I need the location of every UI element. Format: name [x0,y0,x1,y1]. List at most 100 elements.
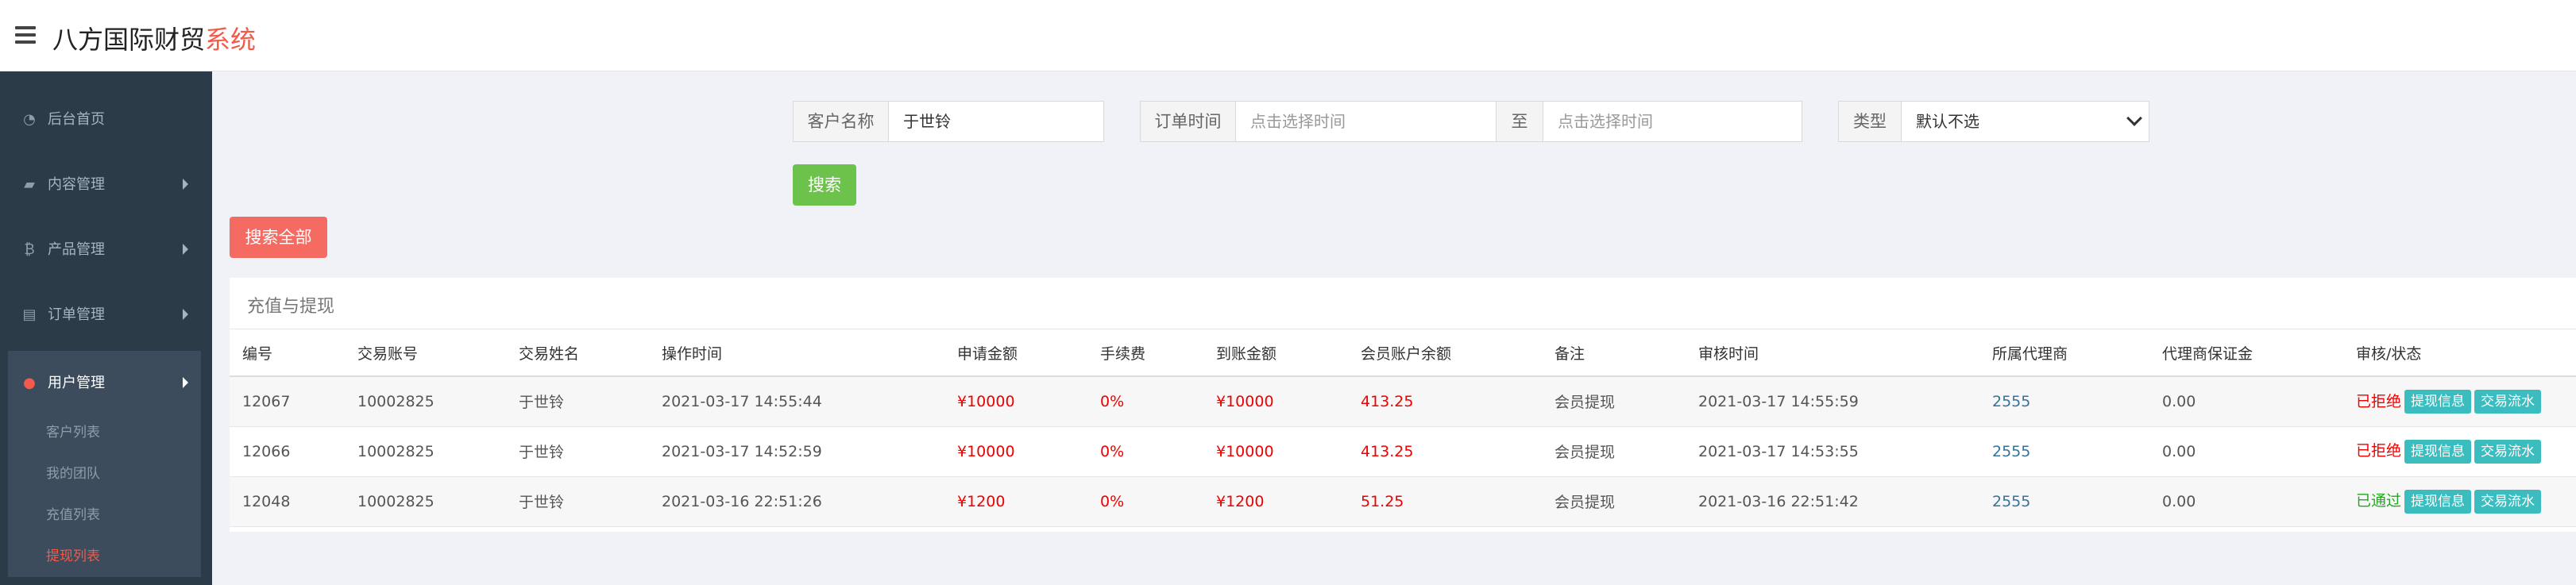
cell-apply-amount: ¥1200 [944,476,1087,527]
document-icon: ▤ [22,306,37,323]
column-header: 编号 [230,329,345,377]
book-icon: ▰ [24,176,35,193]
sidebar-item-products[interactable]: ₿ 产品管理 [0,217,212,283]
cell-received-amount: ¥1200 [1203,476,1348,527]
cell-audit-time: 2021-03-16 22:51:42 [1686,476,1979,527]
cell-status: 已拒绝 提现信息 交易流水 [2343,376,2576,427]
panel-title: 充值与提现 [247,297,335,317]
menu-icon[interactable] [15,26,36,44]
cell-account: 10002825 [345,376,506,427]
sidebar-item-label: 产品管理 [48,241,105,258]
caret-right-icon [183,377,188,388]
search-button[interactable]: 搜索 [793,164,856,206]
cell-balance: 413.25 [1348,376,1542,427]
cell-name: 于世铃 [506,476,649,527]
cell-id: 12048 [230,476,345,527]
column-header: 交易姓名 [506,329,649,377]
cell-name: 于世铃 [506,426,649,477]
sidebar-subitem-customers[interactable]: 客户列表 [46,421,100,441]
status-badge: 已拒绝 [2356,442,2402,460]
sidebar-item-users[interactable]: ● 用户管理 [8,351,201,416]
transaction-flow-button[interactable]: 交易流水 [2474,390,2542,414]
cell-audit-time: 2021-03-17 14:55:59 [1686,376,1979,427]
cell-received-amount: ¥10000 [1203,426,1348,477]
column-header: 备注 [1542,329,1686,377]
column-header: 会员账户余额 [1348,329,1542,377]
top-bar: 八方国际财贸系统 [0,0,2576,71]
records-table: 编号 交易账号 交易姓名 操作时间 申请金额 手续费 到账金额 会员账户余额 备… [230,329,2576,527]
cell-agent-link[interactable]: 2555 [1979,476,2149,527]
cell-fee: 0% [1087,426,1203,477]
caret-right-icon [183,244,188,255]
cell-agent-link[interactable]: 2555 [1979,426,2149,477]
column-header: 代理商保证金 [2149,329,2343,377]
column-header: 审核/状态 [2343,329,2576,377]
cell-status: 已拒绝 提现信息 交易流水 [2343,426,2576,477]
sidebar-group-users: ● 用户管理 客户列表 我的团队 充值列表 提现列表 [8,351,201,577]
to-label: 至 [1496,101,1543,142]
sidebar-item-label: 内容管理 [48,176,105,193]
withdraw-info-button[interactable]: 提现信息 [2404,390,2472,414]
table-header-row: 编号 交易账号 交易姓名 操作时间 申请金额 手续费 到账金额 会员账户余额 备… [230,329,2576,377]
brand-main: 八方国际财贸 [52,25,206,55]
type-select[interactable]: 默认不选 [1901,101,2149,142]
sidebar-item-label: 后台首页 [48,111,105,128]
sidebar-item-dashboard[interactable]: ◔ 后台首页 [0,87,212,152]
transaction-flow-button[interactable]: 交易流水 [2474,489,2542,514]
cell-op-time: 2021-03-17 14:55:44 [649,376,944,427]
start-time-input[interactable]: 点击选择时间 [1235,101,1497,142]
status-badge: 已通过 [2356,492,2402,510]
cell-apply-amount: ¥10000 [944,376,1087,427]
sidebar-subitem-recharge[interactable]: 充值列表 [46,503,100,523]
status-badge: 已拒绝 [2356,392,2402,410]
type-select-value: 默认不选 [1916,112,1979,131]
cell-agent-link[interactable]: 2555 [1979,376,2149,427]
dashboard-icon: ◔ [23,111,36,128]
cell-id: 12067 [230,376,345,427]
cell-id: 12066 [230,426,345,477]
cell-received-amount: ¥10000 [1203,376,1348,427]
sidebar-item-orders[interactable]: ▤ 订单管理 [0,283,212,348]
withdraw-info-button[interactable]: 提现信息 [2404,489,2472,514]
withdraw-info-button[interactable]: 提现信息 [2404,439,2472,464]
search-all-button[interactable]: 搜索全部 [230,217,327,258]
cell-fee: 0% [1087,476,1203,527]
column-header: 所属代理商 [1979,329,2149,377]
column-header: 操作时间 [649,329,944,377]
cell-account: 10002825 [345,476,506,527]
table-row: 12048 10002825 于世铃 2021-03-16 22:51:26 ¥… [230,476,2576,527]
order-time-label: 订单时间 [1140,101,1236,142]
sidebar-subitem-team[interactable]: 我的团队 [46,462,100,482]
cell-deposit: 0.00 [2149,476,2343,527]
cell-balance: 413.25 [1348,426,1542,477]
bitcoin-icon: ₿ [24,241,35,258]
cell-remark: 会员提现 [1542,476,1686,527]
brand-accent: 系统 [205,25,257,55]
sidebar-item-label: 订单管理 [48,306,105,323]
customer-name-label: 客户名称 [793,101,889,142]
cell-status: 已通过 提现信息 交易流水 [2343,476,2576,527]
cell-deposit: 0.00 [2149,376,2343,427]
transaction-flow-button[interactable]: 交易流水 [2474,439,2542,464]
sidebar-item-content[interactable]: ▰ 内容管理 [0,152,212,217]
brand-title: 八方国际财贸系统 [52,20,256,56]
cell-fee: 0% [1087,376,1203,427]
caret-right-icon [183,309,188,320]
records-panel: 充值与提现 编号 交易账号 交易姓名 操作时间 申请金额 手续费 到账金额 会员… [230,278,2576,532]
cell-remark: 会员提现 [1542,426,1686,477]
cell-apply-amount: ¥10000 [944,426,1087,477]
end-time-input[interactable]: 点击选择时间 [1543,101,1802,142]
cell-name: 于世铃 [506,376,649,427]
cell-op-time: 2021-03-16 22:51:26 [649,476,944,527]
cell-op-time: 2021-03-17 14:52:59 [649,426,944,477]
column-header: 申请金额 [944,329,1087,377]
table-row: 12067 10002825 于世铃 2021-03-17 14:55:44 ¥… [230,376,2576,427]
cell-remark: 会员提现 [1542,376,1686,427]
sidebar: ◔ 后台首页 ▰ 内容管理 ₿ 产品管理 ▤ 订单管理 ● 用户管理 客户列表 … [0,71,212,585]
cell-audit-time: 2021-03-17 14:53:55 [1686,426,1979,477]
customer-name-input[interactable]: 于世铃 [888,101,1104,142]
sidebar-subitem-withdraw[interactable]: 提现列表 [46,545,100,564]
sidebar-item-label: 用户管理 [48,375,105,391]
column-header: 手续费 [1087,329,1203,377]
user-icon: ● [23,375,36,391]
